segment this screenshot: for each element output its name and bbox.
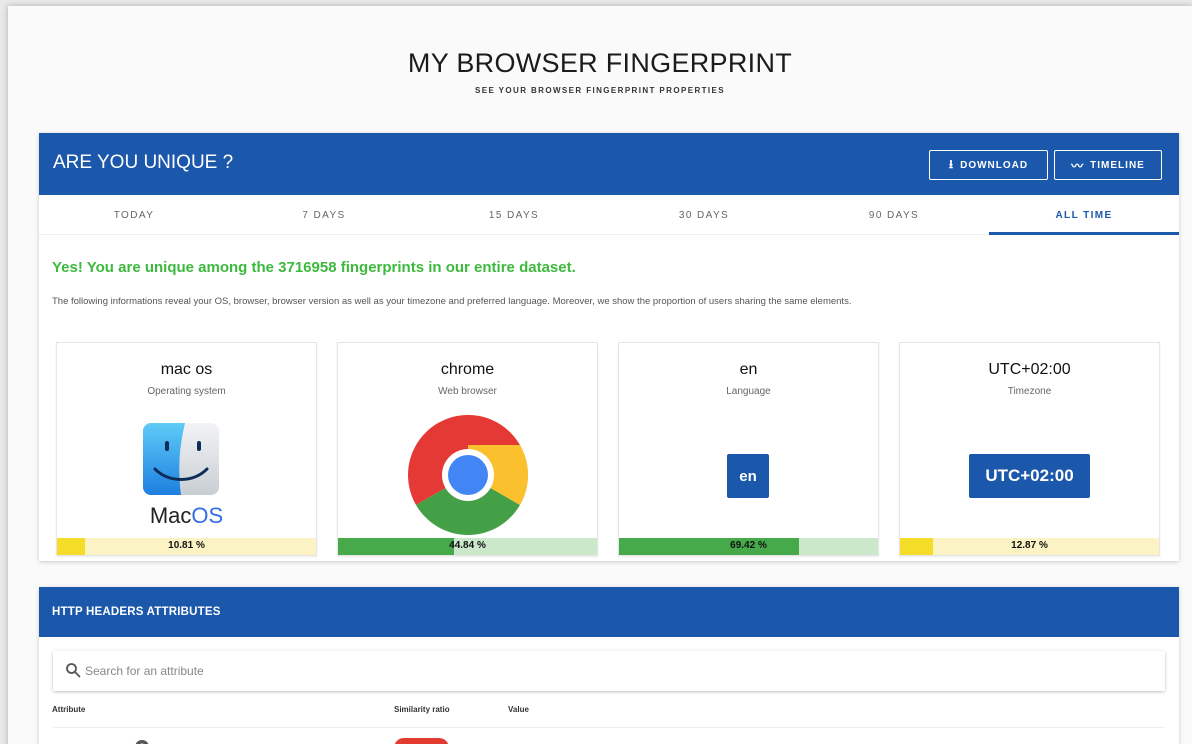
http-headers-card: HTTP HEADERS ATTRIBUTES Attribute Simila… (39, 587, 1179, 744)
tab-30-days[interactable]: 30 DAYS (609, 195, 799, 234)
timeline-label: TIMELINE (1090, 159, 1145, 171)
chrome-icon (408, 415, 528, 535)
column-value[interactable]: Value (508, 705, 529, 714)
os-share-bar: 10.81 % (57, 538, 316, 555)
unique-card-title: ARE YOU UNIQUE ? (53, 152, 234, 173)
download-button[interactable]: ⭳ DOWNLOAD (929, 150, 1048, 180)
period-tabs: TODAY 7 DAYS 15 DAYS 30 DAYS 90 DAYS ALL… (39, 195, 1179, 235)
os-tile: mac os Operating system MacOS 10.81 % (56, 342, 317, 556)
language-badge: en (727, 454, 769, 498)
table-divider (53, 727, 1165, 728)
language-percent: 69.42 % (730, 540, 767, 551)
tab-today[interactable]: TODAY (39, 195, 229, 234)
language-value: en (739, 361, 758, 378)
search-icon (66, 663, 81, 678)
browser-value: chrome (440, 361, 495, 378)
timezone-tile: UTC+02:00 Timezone UTC+02:00 12.87 % (899, 342, 1160, 556)
browser-label: Web browser (438, 386, 497, 397)
os-percent: 10.81 % (168, 540, 205, 551)
unique-card: ARE YOU UNIQUE ? ⭳ DOWNLOAD 〰 TIMELINE T… (39, 133, 1179, 561)
unique-message: Yes! You are unique among the 3716958 fi… (52, 259, 576, 276)
page-title: MY BROWSER FINGERPRINT (407, 48, 793, 78)
similarity-ratio-pill (394, 738, 449, 744)
trending-icon: 〰 (1071, 158, 1085, 173)
os-value: mac os (160, 361, 213, 378)
download-label: DOWNLOAD (960, 159, 1029, 171)
http-headers-header: HTTP HEADERS ATTRIBUTES (39, 587, 1179, 637)
page: MY BROWSER FINGERPRINT SEE YOUR BROWSER … (8, 6, 1192, 744)
help-icon[interactable]: ? (135, 740, 149, 744)
page-subtitle: SEE YOUR BROWSER FINGERPRINT PROPERTIES (474, 86, 726, 95)
tab-15-days[interactable]: 15 DAYS (419, 195, 609, 234)
http-headers-title: HTTP HEADERS ATTRIBUTES (52, 606, 221, 618)
download-icon: ⭳ (948, 156, 955, 171)
language-share-bar: 69.42 % (619, 538, 878, 555)
language-label: Language (726, 386, 771, 397)
os-label: Operating system (147, 386, 226, 397)
search-input[interactable] (85, 661, 685, 681)
tab-all-time[interactable]: ALL TIME (989, 195, 1179, 235)
browser-share-bar: 44.84 % (338, 538, 597, 555)
timezone-value: UTC+02:00 (988, 361, 1071, 378)
macos-wordmark: MacOS (149, 503, 224, 528)
tab-7-days[interactable]: 7 DAYS (229, 195, 419, 234)
timezone-percent: 12.87 % (1011, 540, 1048, 551)
column-similarity-ratio[interactable]: Similarity ratio (394, 705, 450, 714)
language-tile: en Language en 69.42 % (618, 342, 879, 556)
timezone-label: Timezone (1007, 386, 1052, 397)
finder-icon (143, 423, 219, 495)
browser-tile: chrome Web browser 44.84 % (337, 342, 598, 556)
explanation-text: The following informations reveal your O… (52, 296, 852, 307)
timeline-button[interactable]: 〰 TIMELINE (1054, 150, 1162, 180)
browser-percent: 44.84 % (449, 540, 486, 551)
timezone-share-bar: 12.87 % (900, 538, 1159, 555)
column-attribute[interactable]: Attribute (52, 705, 85, 714)
tab-90-days[interactable]: 90 DAYS (799, 195, 989, 234)
timezone-badge: UTC+02:00 (969, 454, 1090, 498)
attribute-search (53, 651, 1165, 691)
unique-card-header: ARE YOU UNIQUE ? ⭳ DOWNLOAD 〰 TIMELINE (39, 133, 1179, 195)
